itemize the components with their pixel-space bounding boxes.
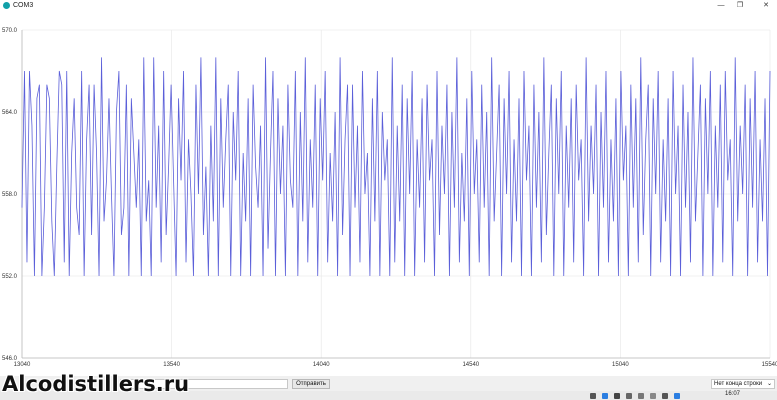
serial-plotter-window: COM3 — ❐ ✕ 570.0 564.0 558.0 552.0 546.0 1304… bbox=[0, 0, 777, 400]
y-tick-label: 552.0 bbox=[2, 274, 18, 280]
taskbar-app-icon[interactable] bbox=[602, 393, 608, 399]
window-title: COM3 bbox=[13, 2, 34, 9]
y-tick-label: 564.0 bbox=[2, 110, 18, 116]
x-tick-label: 13040 bbox=[14, 362, 31, 368]
line-ending-select[interactable]: Нет конца строки ⌄ bbox=[711, 379, 775, 389]
taskbar-app-icon[interactable] bbox=[626, 393, 632, 399]
close-icon[interactable]: ✕ bbox=[757, 0, 775, 11]
taskbar-clock: 16:07 bbox=[725, 391, 741, 397]
title-bar: COM3 — ❐ ✕ bbox=[0, 0, 777, 12]
line-chart: 570.0564.0558.0552.0546.013040 13540 14040… bbox=[2, 28, 777, 368]
arduino-app-icon bbox=[3, 2, 10, 9]
x-tick-label: 14540 bbox=[462, 362, 479, 368]
minimize-icon[interactable]: — bbox=[712, 0, 730, 11]
taskbar-app-icon[interactable] bbox=[638, 393, 644, 399]
x-tick-label: 13540 bbox=[163, 362, 180, 368]
y-tick-label: 570.0 bbox=[2, 28, 18, 34]
plot-area: 570.0 564.0 558.0 552.0 546.0 13040 13540 14040… bbox=[0, 12, 777, 372]
taskbar-app-icon[interactable] bbox=[662, 393, 668, 399]
y-tick-label: 558.0 bbox=[2, 192, 18, 198]
send-button[interactable]: Отправить bbox=[292, 379, 330, 389]
x-tick-label: 15040 bbox=[612, 362, 629, 368]
taskbar-app-icon[interactable] bbox=[650, 393, 656, 399]
maximize-icon[interactable]: ❐ bbox=[731, 0, 749, 11]
taskbar-app-icon[interactable] bbox=[614, 393, 620, 399]
taskbar-app-icon[interactable] bbox=[590, 393, 596, 399]
chevron-down-icon: ⌄ bbox=[766, 381, 772, 387]
x-tick-label: 15540 bbox=[762, 362, 777, 368]
watermark-logo: Alcodistillers.ru bbox=[2, 372, 190, 396]
line-ending-value: Нет конца строки bbox=[714, 381, 763, 387]
x-tick-label: 14040 bbox=[313, 362, 330, 368]
series-line bbox=[21, 57, 771, 277]
taskbar-app-icon[interactable] bbox=[674, 393, 680, 399]
